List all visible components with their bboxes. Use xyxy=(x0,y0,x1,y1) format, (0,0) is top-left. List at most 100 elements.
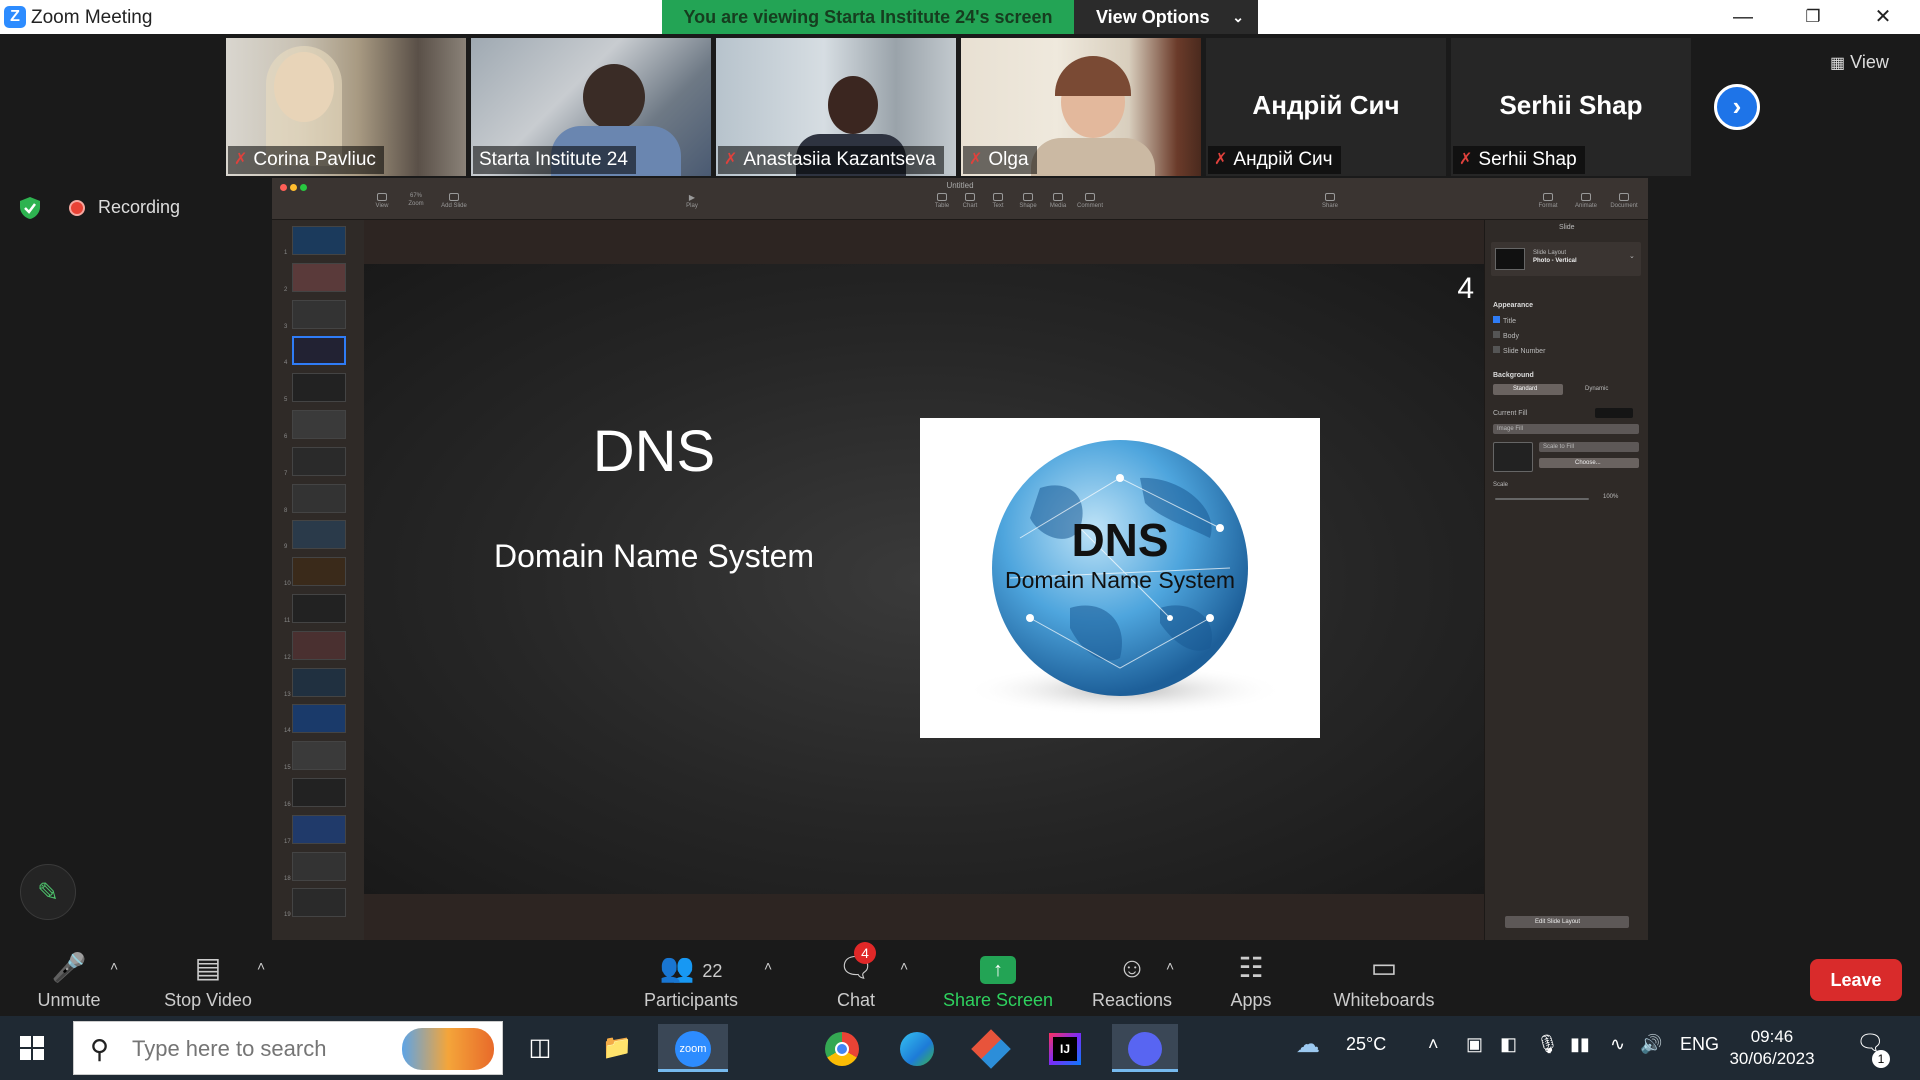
toolbar-add-slide[interactable]: Add Slide xyxy=(436,193,472,209)
slide-thumbnail[interactable] xyxy=(292,667,346,697)
toolbar-comment[interactable]: Comment xyxy=(1072,193,1108,209)
close-button[interactable]: ✕ xyxy=(1858,3,1908,31)
toolbar-view[interactable]: View xyxy=(364,193,400,209)
temperature[interactable]: 25°C xyxy=(1346,1034,1386,1055)
recording-icon[interactable] xyxy=(69,200,85,216)
toolbar-play[interactable]: ▶ Play xyxy=(674,193,710,209)
participant-tile-active[interactable]: Starta Institute 24 xyxy=(471,38,711,176)
slide-thumbnail[interactable] xyxy=(292,888,346,918)
chat-button[interactable]: 🗨 4 Chat xyxy=(826,940,886,1016)
apps-button[interactable]: ☷ Apps xyxy=(1220,940,1282,1016)
check-title[interactable]: Title xyxy=(1493,316,1516,325)
slide-thumbnail[interactable] xyxy=(292,594,346,623)
slide-thumbnail[interactable] xyxy=(292,630,346,660)
chrome-icon[interactable] xyxy=(813,1024,871,1072)
weather-cloud-icon[interactable]: ☁ xyxy=(1296,1030,1320,1059)
taskbar-clock[interactable]: 09:46 30/06/2023 xyxy=(1726,1026,1818,1070)
search-input[interactable] xyxy=(132,1032,432,1066)
smiley-plus-icon: ☺ xyxy=(1117,952,1147,983)
git-app-icon[interactable] xyxy=(962,1024,1020,1072)
participant-tile[interactable]: ✗ Anastasiia Kazantseva xyxy=(716,38,956,176)
slide-thumbnail[interactable] xyxy=(292,483,346,513)
search-highlight-icon xyxy=(402,1028,494,1070)
toolbar-animate[interactable]: Animate xyxy=(1568,193,1604,209)
view-options-button[interactable]: View Options ⌄ xyxy=(1074,0,1258,34)
toolbar-zoom[interactable]: 67% Zoom xyxy=(398,193,434,207)
edge-icon[interactable] xyxy=(888,1024,946,1072)
meet-now-icon[interactable]: ▣ xyxy=(1466,1034,1483,1055)
check-body[interactable]: Body xyxy=(1493,331,1519,340)
shared-screen[interactable]: Untitled View 67% Zoom Add Slide ▶ Play Ta… xyxy=(272,178,1648,940)
participant-tile[interactable]: Serhii Shap ✗ Serhii Shap xyxy=(1451,38,1691,176)
audio-options-caret-icon[interactable]: ˄ xyxy=(110,958,118,974)
restore-button[interactable]: ❐ xyxy=(1788,3,1838,31)
volume-icon[interactable]: 🔊 xyxy=(1640,1034,1662,1055)
chat-caret-icon[interactable]: ˄ xyxy=(900,958,908,974)
toolbar-document[interactable]: Document xyxy=(1606,193,1642,209)
slide-thumbnail[interactable] xyxy=(292,373,346,403)
participant-tile[interactable]: Андрій Сич ✗ Андрій Сич xyxy=(1206,38,1446,176)
discord-icon[interactable] xyxy=(1112,1024,1178,1072)
next-page-button[interactable]: › xyxy=(1714,84,1760,130)
slide-dns-image[interactable]: DNS Domain Name System xyxy=(920,418,1320,738)
slide-title[interactable]: DNS xyxy=(504,418,804,485)
zoom-app-icon[interactable]: zoom xyxy=(658,1024,728,1072)
minimize-button[interactable]: — xyxy=(1718,3,1768,31)
reactions-button[interactable]: ☺ Reactions xyxy=(1086,940,1178,1016)
encryption-shield-icon[interactable] xyxy=(18,196,42,220)
check-slide-number[interactable]: Slide Number xyxy=(1493,346,1545,355)
meeting-controls: 🎤 Unmute ˄ ▤ Stop Video ˄ 👥 22 Participa… xyxy=(0,940,1920,1016)
slide-thumbnail[interactable] xyxy=(292,520,346,550)
chevron-up-icon[interactable]: ˄ xyxy=(1428,1034,1439,1055)
windows-start-icon[interactable] xyxy=(20,1036,44,1060)
toolbar-media[interactable]: Media xyxy=(1040,193,1076,209)
participant-count: 22 xyxy=(702,961,723,981)
intellij-icon[interactable]: IJ xyxy=(1036,1024,1094,1072)
participant-label: ✗ Anastasiia Kazantseva xyxy=(718,146,944,174)
participants-button[interactable]: 👥 22 Participants xyxy=(636,940,746,1016)
share-screen-button[interactable]: ↑ Share Screen xyxy=(938,940,1058,1016)
file-explorer-icon[interactable]: 📁 xyxy=(588,1024,646,1072)
slide-thumbnail[interactable] xyxy=(292,336,346,366)
language-indicator[interactable]: ENG xyxy=(1680,1034,1719,1055)
leave-button[interactable]: Leave xyxy=(1810,959,1902,1001)
slide-thumbnail[interactable] xyxy=(292,741,346,771)
task-view-icon[interactable]: ◫ xyxy=(511,1024,569,1072)
view-button[interactable]: ▦ View xyxy=(1830,52,1889,73)
fill-swatch[interactable] xyxy=(1595,408,1633,418)
slide-thumbnail[interactable] xyxy=(292,226,346,255)
battery-icon[interactable]: ▮▮ xyxy=(1570,1034,1590,1055)
reactions-caret-icon[interactable]: ˄ xyxy=(1166,958,1174,974)
wifi-icon[interactable]: ∿ xyxy=(1610,1034,1625,1055)
participant-tile[interactable]: ✗ Olga xyxy=(961,38,1201,176)
toolbar-share[interactable]: Share xyxy=(1312,193,1348,209)
participants-caret-icon[interactable]: ˄ xyxy=(764,958,772,974)
microphone-icon[interactable]: 🎙 xyxy=(1536,1034,1559,1055)
fill-image-well[interactable] xyxy=(1493,442,1533,472)
slide-thumbnail[interactable] xyxy=(292,299,346,329)
search-icon: ⚲ xyxy=(90,1034,110,1064)
slide-thumbnail[interactable] xyxy=(292,557,346,587)
slide-thumbnail[interactable] xyxy=(292,262,346,292)
chevron-right-icon: › xyxy=(1732,91,1742,121)
slide-thumbnail-number: 4 xyxy=(284,360,288,367)
slide-thumbnail[interactable] xyxy=(292,814,346,844)
slide-thumbnail[interactable] xyxy=(292,704,346,734)
display-icon[interactable]: ◧ xyxy=(1500,1034,1517,1055)
bg-dynamic-tab[interactable]: Dynamic xyxy=(1585,386,1608,392)
slide-thumbnail[interactable] xyxy=(292,778,346,807)
slide-thumbnail[interactable] xyxy=(292,851,346,881)
toolbar-format[interactable]: Format xyxy=(1530,193,1566,209)
whiteboards-button[interactable]: ▭ Whiteboards xyxy=(1326,940,1442,1016)
scale-slider[interactable] xyxy=(1495,498,1589,500)
video-options-caret-icon[interactable]: ˄ xyxy=(257,958,265,974)
taskbar-search[interactable]: ⚲ xyxy=(73,1021,503,1075)
slide-thumbnail[interactable] xyxy=(292,446,346,476)
annotate-pencil-button[interactable]: ✎ xyxy=(20,864,76,920)
current-slide[interactable]: 4 DNS Domain Name System DNS Domain Name… xyxy=(364,264,1484,894)
participant-tile[interactable]: ✗ Corina Pavliuc xyxy=(226,38,466,176)
unmute-button[interactable]: 🎤 Unmute xyxy=(24,940,114,1016)
slide-thumbnail[interactable] xyxy=(292,410,346,439)
stop-video-button[interactable]: ▤ Stop Video xyxy=(150,940,266,1016)
slide-subtitle[interactable]: Domain Name System xyxy=(464,538,844,575)
